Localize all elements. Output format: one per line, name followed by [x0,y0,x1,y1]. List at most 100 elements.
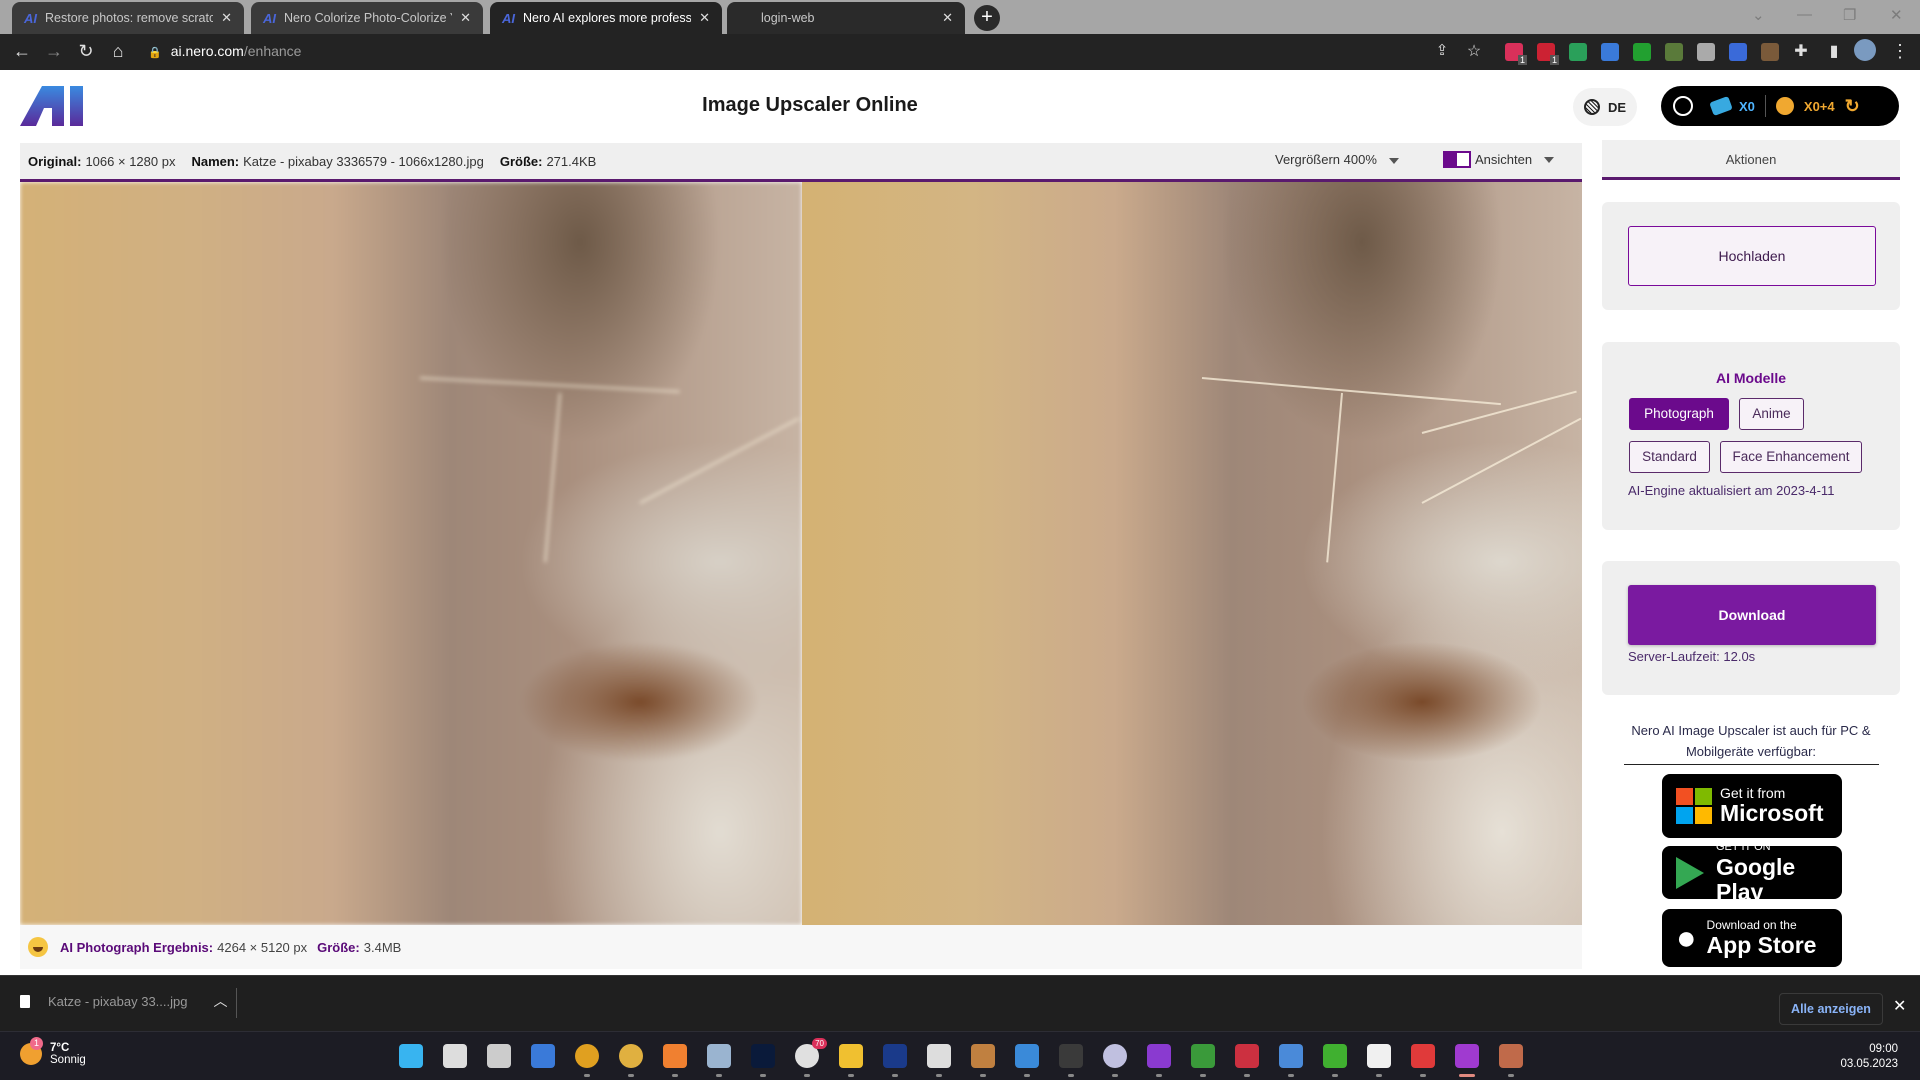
extension-e-icon[interactable] [1665,43,1683,61]
bookmark-star-icon[interactable]: ☆ [1462,41,1486,61]
model-photograph-button[interactable]: Photograph [1629,398,1729,430]
close-icon[interactable]: ✕ [221,10,232,26]
extension-wing-icon[interactable] [1569,43,1587,61]
notification-badge: 1 [30,1037,43,1050]
adblock-plus-icon[interactable]: 1 [1505,43,1527,65]
back-icon[interactable]: ← [10,41,34,62]
side-panel-icon[interactable]: ▮ [1822,41,1846,61]
weather-widget[interactable]: 1 7°C Sonnig [20,1037,86,1066]
taskbar-app-red-c-icon[interactable] [1411,1044,1435,1068]
result-info-bar: AI Photograph Ergebnis: 4264 × 5120 px Gr… [20,925,1582,969]
download-arrow-icon[interactable] [1633,43,1651,61]
taskbar-app-orange-icon[interactable] [663,1044,687,1068]
account-bar[interactable]: X0 X0+4 ↻ [1661,86,1899,126]
new-tab-button[interactable]: + [974,5,1000,31]
tab-actions[interactable]: Aktionen [1602,140,1900,180]
taskbar-camtasia-icon[interactable] [1323,1044,1347,1068]
chevron-down-icon [1388,157,1399,164]
close-icon[interactable]: ✕ [699,10,710,26]
camera-icon[interactable] [1697,43,1715,61]
lastpass-icon[interactable]: 1 [1537,43,1559,65]
model-standard-button[interactable]: Standard [1629,441,1710,473]
taskbar-app-yellow-icon[interactable] [619,1044,643,1068]
taskbar-chrome-icon[interactable] [575,1044,599,1068]
taskbar-app-red-x-icon[interactable] [1235,1044,1259,1068]
extension-globe-icon[interactable] [1729,43,1747,61]
browser-tab[interactable]: AI Nero Colorize Photo-Colorize Yo ✕ [251,2,483,34]
extensions-puzzle-icon[interactable]: ✚ [1789,41,1813,61]
upload-button[interactable]: Hochladen [1628,226,1876,286]
profile-avatar[interactable] [1854,39,1876,61]
chevron-down-icon [1544,156,1555,163]
taskbar-slack-icon[interactable]: 70 [795,1038,827,1068]
taskbar-phpstorm-icon[interactable] [1147,1044,1171,1068]
taskbar-file-explorer-icon[interactable] [839,1044,863,1068]
taskbar-vpn-icon[interactable] [1191,1044,1215,1068]
taskbar-app-active-icon[interactable] [1455,1044,1479,1068]
cookie-icon[interactable] [1761,43,1779,61]
models-title: AI Modelle [1715,370,1786,386]
view-dropdown[interactable]: Ansichten [1443,151,1555,168]
taskbar-app-blue-split-icon[interactable] [1279,1044,1303,1068]
forward-icon[interactable]: → [42,41,66,62]
file-icon [20,994,30,1008]
running-indicator [1068,1074,1074,1077]
taskbar-ms-store-icon[interactable] [1367,1044,1391,1068]
model-face-enhancement-button[interactable]: Face Enhancement [1720,441,1862,473]
taskbar-app-photos-icon[interactable] [971,1044,995,1068]
system-clock[interactable]: 09:00 03.05.2023 [1840,1042,1898,1072]
minimize-icon[interactable]: — [1797,6,1812,23]
microsoft-store-badge[interactable]: Get it from Microsoft [1662,774,1842,838]
taskbar-keepass-icon[interactable] [1103,1044,1127,1068]
browser-tab-active[interactable]: AI Nero AI explores more professio ✕ [490,2,722,34]
extension-badge: 1 [1517,55,1527,65]
chevron-up-icon[interactable]: ︿ [213,991,227,1011]
tab-search-icon[interactable]: ⌄ [1752,6,1765,24]
browser-tab[interactable]: login-web ✕ [727,2,965,34]
close-icon[interactable]: ✕ [460,10,471,26]
taskbar-terminal-icon[interactable] [1059,1044,1083,1068]
menu-kebab-icon[interactable]: ⋮ [1888,41,1912,62]
close-icon[interactable]: ✕ [942,10,953,26]
running-indicator [1288,1074,1294,1077]
download-button[interactable]: Download [1628,585,1876,645]
image-comparison-viewer[interactable] [20,182,1582,925]
upload-card: Hochladen [1602,202,1900,310]
download-item[interactable]: Katze - pixabay 33....jpg ︿ [20,991,227,1011]
refresh-icon[interactable]: ↻ [1845,96,1860,117]
show-all-downloads-button[interactable]: Alle anzeigen [1779,993,1883,1025]
url-domain: ai.nero.com [170,43,244,59]
taskbar-todo-icon[interactable] [531,1044,555,1068]
taskbar-app-blue-f-icon[interactable] [883,1044,907,1068]
close-icon[interactable]: ✕ [1893,996,1906,1016]
taskbar-start-icon[interactable] [399,1044,423,1068]
app-store-badge[interactable]: ● Download on the App Store [1662,909,1842,967]
tab-title: Nero Colorize Photo-Colorize Yo [284,11,453,25]
taskbar-task-view-icon[interactable] [487,1044,511,1068]
taskbar-app-f-play-icon[interactable] [927,1044,951,1068]
close-window-icon[interactable]: ✕ [1890,6,1903,24]
taskbar-firewall-icon[interactable] [1499,1044,1523,1068]
reload-icon[interactable]: ↻ [74,41,98,62]
google-play-badge[interactable]: GET IT ON Google Play [1662,841,1842,905]
extension-blue-icon[interactable] [1601,43,1619,61]
model-anime-button[interactable]: Anime [1739,398,1804,430]
store-small-text: Download on the [1706,918,1797,932]
taskbar-search-icon[interactable] [443,1044,467,1068]
home-icon[interactable]: ⌂ [106,41,130,62]
taskbar-photoshop-icon[interactable] [751,1044,775,1068]
taskbar-resource-monitor-icon[interactable] [707,1044,731,1068]
share-icon[interactable]: ⇪ [1430,41,1454,59]
taskbar-app-mountain-icon[interactable] [1015,1044,1039,1068]
engine-update-note: AI-Engine aktualisiert am 2023-4-11 [1628,483,1835,498]
language-selector[interactable]: DE [1573,88,1637,126]
user-icon[interactable] [1673,96,1693,116]
browser-tab[interactable]: AI Restore photos: remove scratche ✕ [12,2,244,34]
maximize-icon[interactable]: ❐ [1843,6,1856,24]
store-small-text: Get it from [1720,785,1786,801]
tab-title: login-web [761,11,815,25]
result-dimensions: 4264 × 5120 px [217,939,308,955]
zoom-dropdown[interactable]: Vergrößern 400% [1275,152,1399,167]
url-field[interactable]: 🔒 ai.nero.com/enhance [148,43,301,59]
download-file-name: Katze - pixabay 33....jpg [48,993,188,1009]
